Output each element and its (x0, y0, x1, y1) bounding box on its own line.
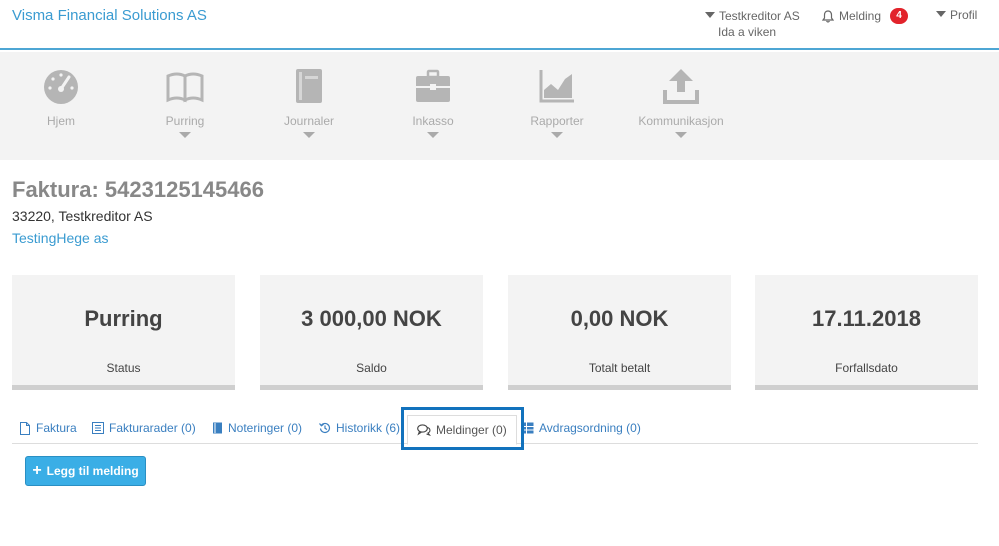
notifications-label: Melding (839, 9, 882, 23)
tab-label: Faktura (36, 421, 77, 435)
nav-item-inkasso[interactable]: Inkasso (378, 66, 488, 138)
profile-label: Profil (950, 8, 978, 22)
tab-avdragsordning[interactable]: Avdragsordning (0) (522, 421, 641, 435)
tab-label: Historikk (6) (336, 421, 401, 435)
caret-down-icon (705, 12, 715, 18)
brand-title[interactable]: Visma Financial Solutions AS (12, 7, 207, 24)
card-value: 17.11.2018 (812, 306, 921, 331)
card-value: Purring (84, 306, 163, 331)
card-label: Saldo (356, 361, 387, 375)
page-title: Faktura: 5423125145466 (12, 177, 264, 202)
card-label: Forfallsdato (835, 361, 898, 375)
card-label: Totalt betalt (588, 361, 651, 375)
tab-faktura[interactable]: Faktura (19, 421, 77, 435)
creditor-user: Ida a viken (718, 25, 777, 39)
dashboard-gauge-icon (44, 70, 78, 104)
chevron-down-icon (675, 132, 687, 138)
nav-label: Rapporter (530, 114, 584, 128)
creditor-selector[interactable]: Testkreditor AS Ida a viken (705, 8, 800, 40)
nav-label: Kommunikasjon (638, 114, 724, 128)
status-card: Purring Status (12, 275, 235, 390)
debtor-link[interactable]: TestingHege as (12, 230, 109, 246)
tab-label: Fakturarader (0) (109, 421, 196, 435)
tab-historikk[interactable]: Historikk (6) (319, 421, 400, 435)
notebook-icon (296, 69, 322, 103)
card-label: Status (106, 361, 141, 375)
document-icon (20, 421, 30, 435)
nav-label: Journaler (283, 114, 335, 128)
balance-card: 3 000,00 NOK Saldo (260, 275, 483, 390)
notifications-badge: 4 (890, 8, 909, 24)
chevron-down-icon (303, 132, 315, 138)
tab-noteringer[interactable]: Noteringer (0) (212, 421, 302, 435)
chevron-down-icon (179, 132, 191, 138)
chevron-down-icon (551, 132, 563, 138)
highlight-box (401, 407, 524, 450)
add-message-label: Legg til melding (46, 464, 139, 478)
invoice-subtitle: 33220, Testkreditor AS (12, 208, 153, 224)
nav-item-kommunikasjon[interactable]: Kommunikasjon (626, 66, 736, 138)
chevron-down-icon (427, 132, 439, 138)
list-icon (92, 422, 104, 434)
profile-menu[interactable]: Profil (936, 8, 977, 22)
nav-item-hjem[interactable]: Hjem (6, 66, 116, 128)
main-navigation: Hjem Purring Journaler Inkasso Rapporter… (0, 52, 999, 160)
tab-label: Avdragsordning (0) (539, 421, 641, 435)
briefcase-icon (416, 69, 450, 102)
bell-icon (822, 9, 834, 23)
nav-label: Purring (165, 114, 205, 128)
top-bar: Visma Financial Solutions AS Testkredito… (0, 0, 999, 50)
total-paid-card: 0,00 NOK Totalt betalt (508, 275, 731, 390)
upload-icon (663, 69, 699, 104)
creditor-name: Testkreditor AS (719, 9, 800, 23)
chart-icon (539, 70, 574, 103)
nav-item-purring[interactable]: Purring (130, 66, 240, 138)
plus-icon: + (32, 462, 42, 479)
add-message-button[interactable]: + Legg til melding (25, 456, 146, 486)
nav-label: Inkasso (412, 114, 454, 128)
card-value: 3 000,00 NOK (301, 306, 442, 331)
nav-label: Hjem (46, 114, 75, 128)
history-icon (319, 422, 331, 434)
book-icon (166, 72, 204, 103)
nav-item-rapporter[interactable]: Rapporter (502, 66, 612, 138)
notifications-button[interactable]: Melding 4 (822, 8, 909, 24)
tab-fakturarader[interactable]: Fakturarader (0) (92, 421, 196, 435)
caret-down-icon (936, 11, 946, 17)
due-date-card: 17.11.2018 Forfallsdato (755, 275, 978, 390)
card-value: 0,00 NOK (570, 306, 669, 331)
nav-item-journaler[interactable]: Journaler (254, 66, 364, 138)
notebook-icon (213, 422, 222, 434)
tab-label: Noteringer (0) (228, 421, 303, 435)
